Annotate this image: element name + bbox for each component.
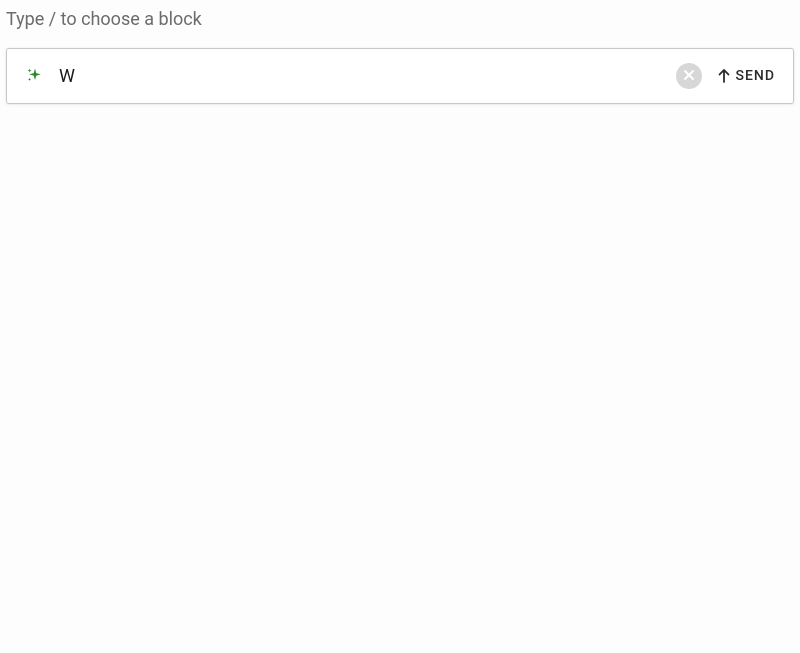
clear-button[interactable]	[676, 63, 702, 89]
send-label: SEND	[736, 68, 775, 84]
block-chooser-hint: Type / to choose a block	[6, 6, 794, 48]
arrow-up-icon	[716, 68, 732, 84]
sparkle-icon	[25, 66, 45, 86]
ai-input-container: SEND	[6, 48, 794, 104]
ai-prompt-input[interactable]	[59, 66, 662, 87]
close-icon	[683, 69, 695, 84]
send-button[interactable]: SEND	[716, 68, 775, 84]
